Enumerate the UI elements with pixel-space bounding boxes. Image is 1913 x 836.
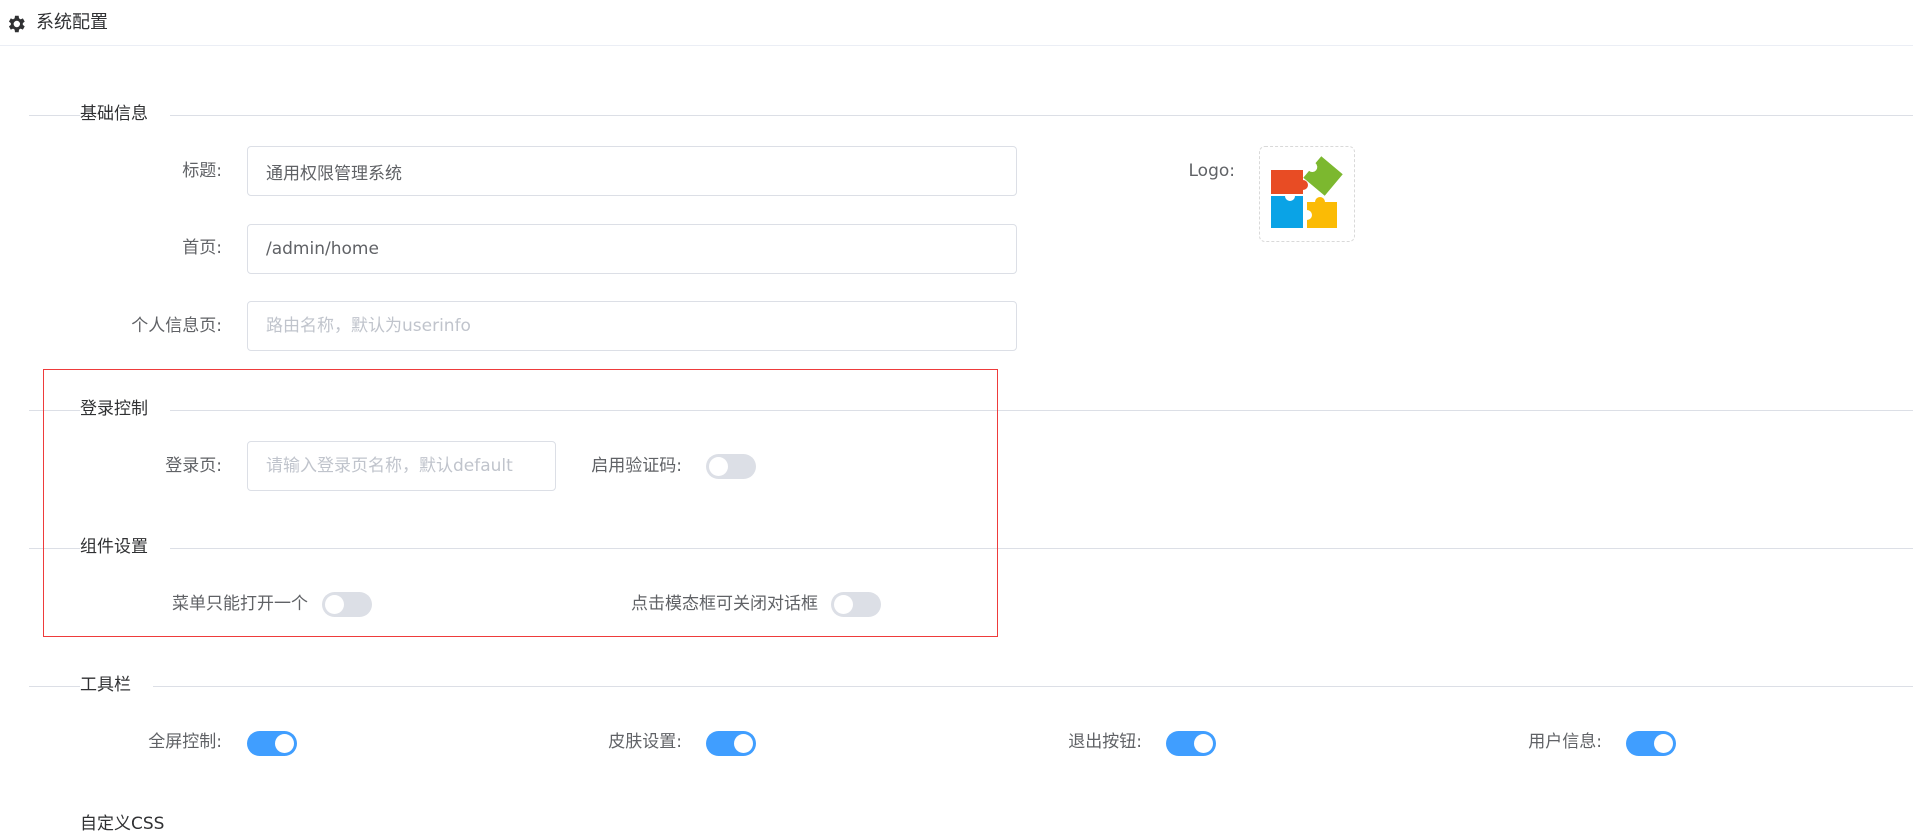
page-header: 系统配置 <box>0 0 1913 46</box>
switch-knob <box>1654 734 1673 753</box>
section-title-custom-css: 自定义CSS <box>80 812 187 836</box>
title-label: 标题: <box>182 161 222 181</box>
puzzle-logo-icon <box>1271 156 1343 228</box>
switch-knob <box>734 734 753 753</box>
fullscreen-label: 全屏控制: <box>148 732 222 752</box>
logout-label: 退出按钮: <box>1068 732 1142 752</box>
page-title: 系统配置 <box>36 12 108 33</box>
highlight-box <box>43 369 998 637</box>
title-input[interactable] <box>247 146 1017 196</box>
fullscreen-switch[interactable] <box>247 731 297 756</box>
home-input[interactable] <box>247 224 1017 274</box>
section-divider-basic <box>29 115 1913 116</box>
logout-switch[interactable] <box>1166 731 1216 756</box>
section-title-toolbar: 工具栏 <box>80 673 153 697</box>
profile-input[interactable] <box>247 301 1017 351</box>
userinfo-switch[interactable] <box>1626 731 1676 756</box>
section-divider-toolbar <box>29 686 1913 687</box>
home-label: 首页: <box>182 238 222 258</box>
skin-label: 皮肤设置: <box>608 732 682 752</box>
skin-switch[interactable] <box>706 731 756 756</box>
logo-uploader[interactable] <box>1259 146 1355 242</box>
profile-label: 个人信息页: <box>131 316 222 336</box>
userinfo-label: 用户信息: <box>1528 732 1602 752</box>
switch-knob <box>275 734 294 753</box>
section-title-basic: 基础信息 <box>80 102 170 126</box>
gear-icon <box>8 15 25 33</box>
switch-knob <box>1194 734 1213 753</box>
logo-label: Logo: <box>1188 161 1236 181</box>
